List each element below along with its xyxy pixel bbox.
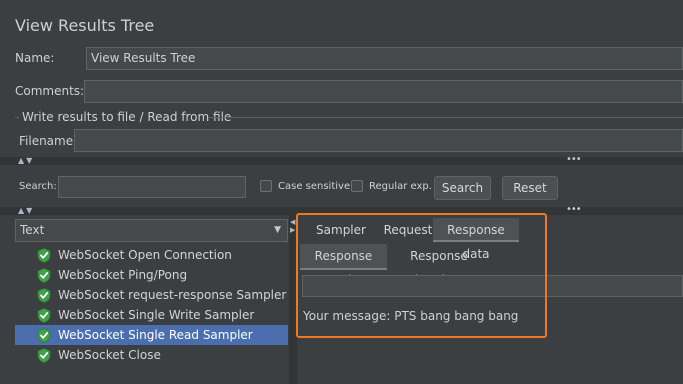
tree-item-label: WebSocket Single Read Sampler: [58, 328, 253, 342]
filename-label: Filename: [19, 134, 74, 148]
tree-item-label: WebSocket request-response Sampler: [58, 288, 287, 302]
reset-button[interactable]: Reset: [502, 176, 558, 200]
case-sensitive-label: Case sensitive: [278, 181, 351, 192]
filename-field[interactable]: [74, 129, 683, 152]
success-shield-icon: [37, 348, 51, 363]
tree-item[interactable]: WebSocket Single Write Sampler: [15, 305, 288, 325]
renderer-select-value: Text: [20, 223, 45, 237]
file-group-border: [208, 117, 683, 118]
search-input[interactable]: [58, 176, 246, 198]
tree-item[interactable]: WebSocket Single Read Sampler: [15, 325, 288, 345]
tree-item-label: WebSocket Single Write Sampler: [58, 308, 255, 322]
name-field[interactable]: View Results Tree: [86, 47, 683, 70]
tree-item-label: WebSocket Open Connection: [58, 248, 232, 262]
comments-label: Comments:: [15, 84, 85, 98]
page-title: View Results Tree: [15, 16, 155, 35]
search-label: Search:: [19, 181, 57, 192]
success-shield-icon: [37, 248, 51, 263]
tree-item[interactable]: WebSocket Ping/Pong: [15, 265, 288, 285]
regular-exp-checkbox[interactable]: [351, 180, 363, 192]
tree-item[interactable]: WebSocket Open Connection: [15, 245, 288, 265]
tree-item-label: WebSocket Ping/Pong: [58, 268, 188, 282]
vertical-splitter-arrows-icon[interactable]: ◀ ▶: [290, 218, 295, 234]
splitter-arrows-icon-2[interactable]: ▲▼: [18, 206, 34, 215]
tree-item[interactable]: WebSocket Close: [15, 345, 288, 365]
file-group-legend: Write results to file / Read from file: [22, 110, 232, 124]
splitter-arrows-icon[interactable]: ▲▼: [18, 156, 34, 165]
splitter-grip-icon[interactable]: •••: [566, 154, 582, 165]
renderer-select[interactable]: Text ▼: [15, 219, 288, 242]
chevron-down-icon: ▼: [274, 225, 281, 235]
regular-exp-label: Regular exp.: [369, 181, 432, 192]
case-sensitive-checkbox[interactable]: [260, 180, 272, 192]
splitter-grip-icon-2[interactable]: •••: [566, 204, 582, 215]
tree-item[interactable]: WebSocket request-response Sampler: [15, 285, 288, 305]
file-group-border-left: [15, 117, 19, 118]
name-label: Name:: [15, 51, 55, 65]
success-shield-icon: [37, 308, 51, 323]
tree-item-label: WebSocket Close: [58, 348, 161, 362]
success-shield-icon: [37, 288, 51, 303]
highlight-box: [296, 213, 547, 338]
view-results-tree-panel: View Results Tree Name: View Results Tre…: [0, 0, 683, 384]
success-shield-icon: [37, 328, 51, 343]
success-shield-icon: [37, 268, 51, 283]
comments-field[interactable]: [84, 80, 683, 103]
search-button[interactable]: Search: [434, 176, 491, 200]
